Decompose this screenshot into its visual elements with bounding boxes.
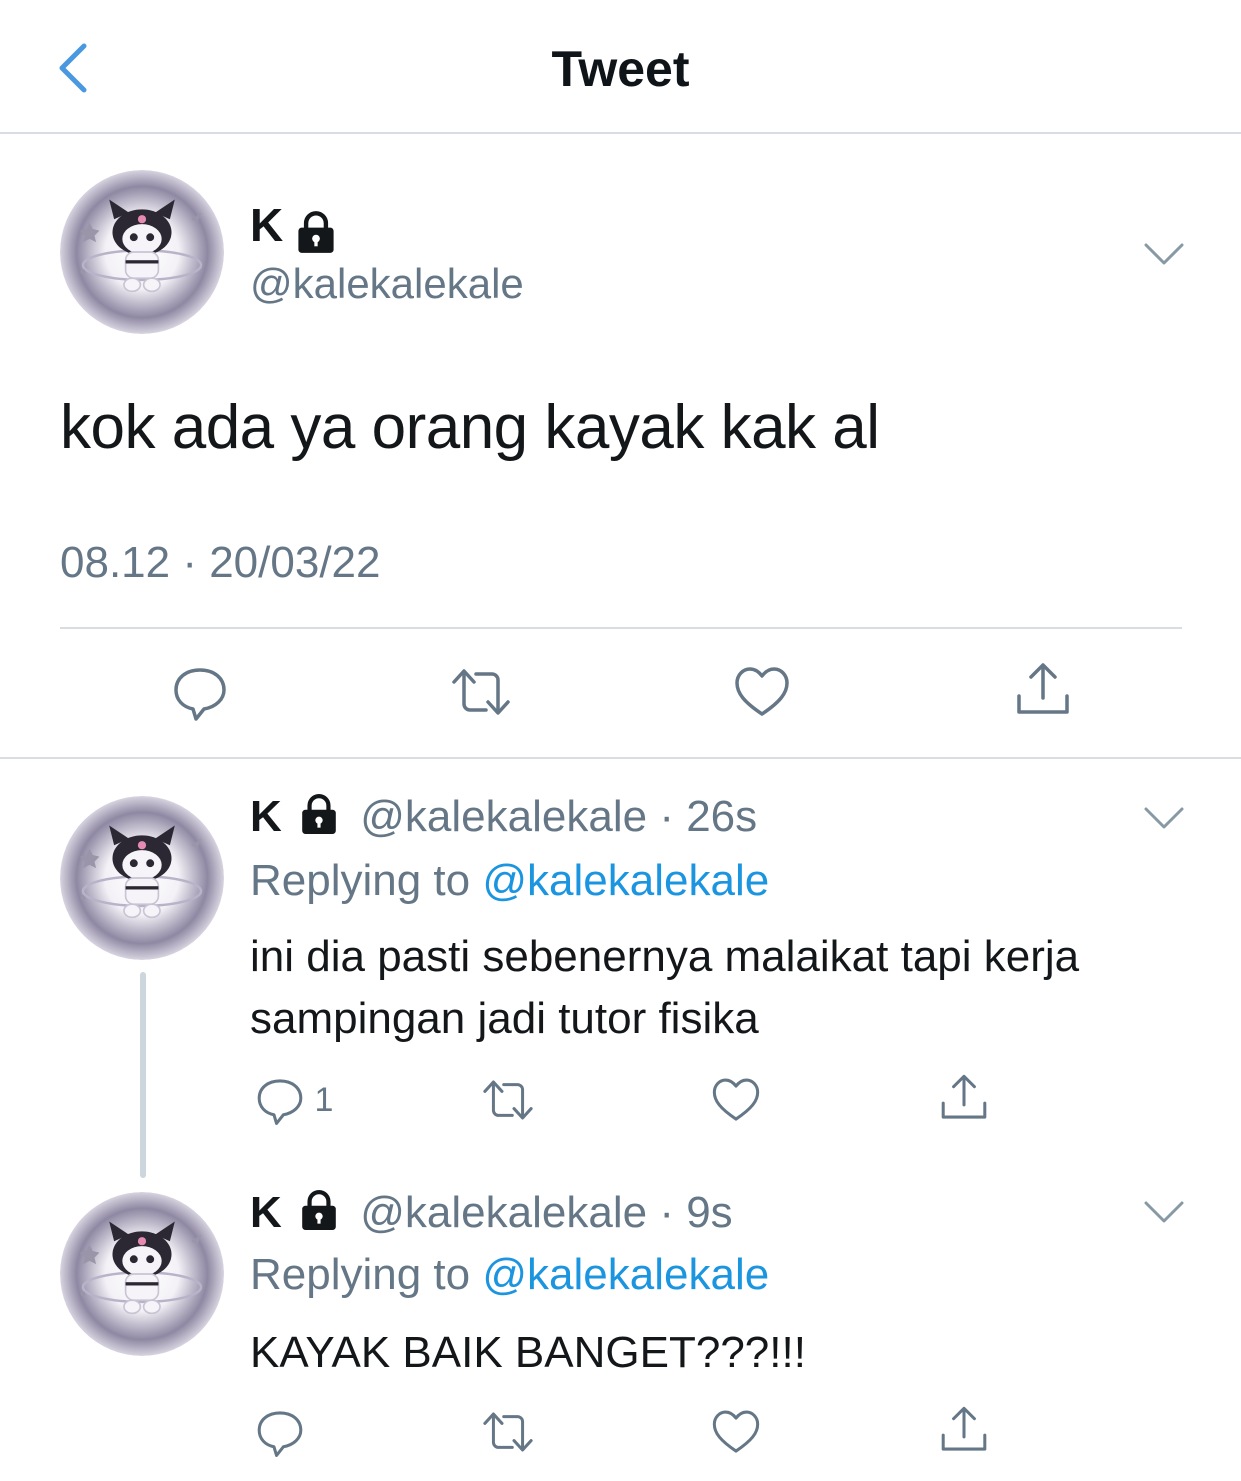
chevron-down-icon[interactable]: [1143, 804, 1185, 832]
reply-text: KAYAK BAIK BANGET???!!!: [250, 1328, 806, 1377]
avatar[interactable]: [60, 1192, 224, 1356]
retweet-icon[interactable]: [478, 1406, 538, 1458]
author-name-row[interactable]: K: [250, 198, 338, 254]
divider: [60, 627, 1182, 629]
author-handle: @kalekalekale: [360, 1188, 648, 1237]
page-title: Tweet: [551, 41, 690, 97]
lock-icon: [298, 1189, 340, 1231]
avatar[interactable]: [60, 170, 224, 334]
like-icon[interactable]: [710, 1074, 762, 1126]
reply-icon[interactable]: [254, 1406, 306, 1458]
top-nav-bar: Tweet: [0, 0, 1241, 134]
reply-time: · 26s: [659, 792, 758, 841]
lock-icon: [294, 210, 338, 254]
like-icon[interactable]: [710, 1406, 762, 1458]
replying-to-link[interactable]: @kalekalekale: [482, 856, 769, 905]
lock-icon: [298, 793, 340, 835]
author-name: K: [250, 1188, 282, 1237]
reply-action[interactable]: 1: [254, 1074, 333, 1128]
retweet-icon[interactable]: [478, 1074, 538, 1126]
reply-count: 1: [314, 1080, 334, 1119]
reply-header[interactable]: K @kalekalekale · 9s: [250, 1188, 733, 1238]
replying-to: Replying to @kalekalekale: [250, 1250, 769, 1300]
replying-label: Replying to: [250, 856, 471, 905]
share-icon[interactable]: [938, 1404, 990, 1456]
author-handle[interactable]: @kalekalekale: [250, 260, 524, 308]
share-icon[interactable]: [1013, 660, 1073, 720]
retweet-icon[interactable]: [446, 662, 516, 722]
replying-to: Replying to @kalekalekale: [250, 856, 769, 906]
replying-label: Replying to: [250, 1250, 471, 1299]
share-icon[interactable]: [938, 1072, 990, 1124]
replying-to-link[interactable]: @kalekalekale: [482, 1250, 769, 1299]
reply-time: · 9s: [659, 1188, 733, 1237]
like-icon[interactable]: [732, 662, 792, 722]
tweet-timestamp: 08.12 · 20/03/22: [60, 538, 381, 587]
thread-line: [140, 972, 146, 1178]
chevron-down-icon[interactable]: [1143, 1198, 1185, 1226]
avatar[interactable]: [60, 796, 224, 960]
reply-icon: [254, 1074, 306, 1126]
reply-header[interactable]: K @kalekalekale · 26s: [250, 792, 757, 842]
section-divider: [0, 757, 1241, 759]
tweet-text: kok ada ya orang kayak kak al: [60, 393, 880, 462]
chevron-down-icon[interactable]: [1143, 240, 1185, 268]
author-handle: @kalekalekale: [360, 792, 648, 841]
reply-icon[interactable]: [170, 662, 230, 722]
author-name: K: [250, 792, 282, 841]
author-name: K: [250, 199, 284, 251]
reply-text: ini dia pasti sebenernya malaikat tapi k…: [250, 932, 1080, 1043]
